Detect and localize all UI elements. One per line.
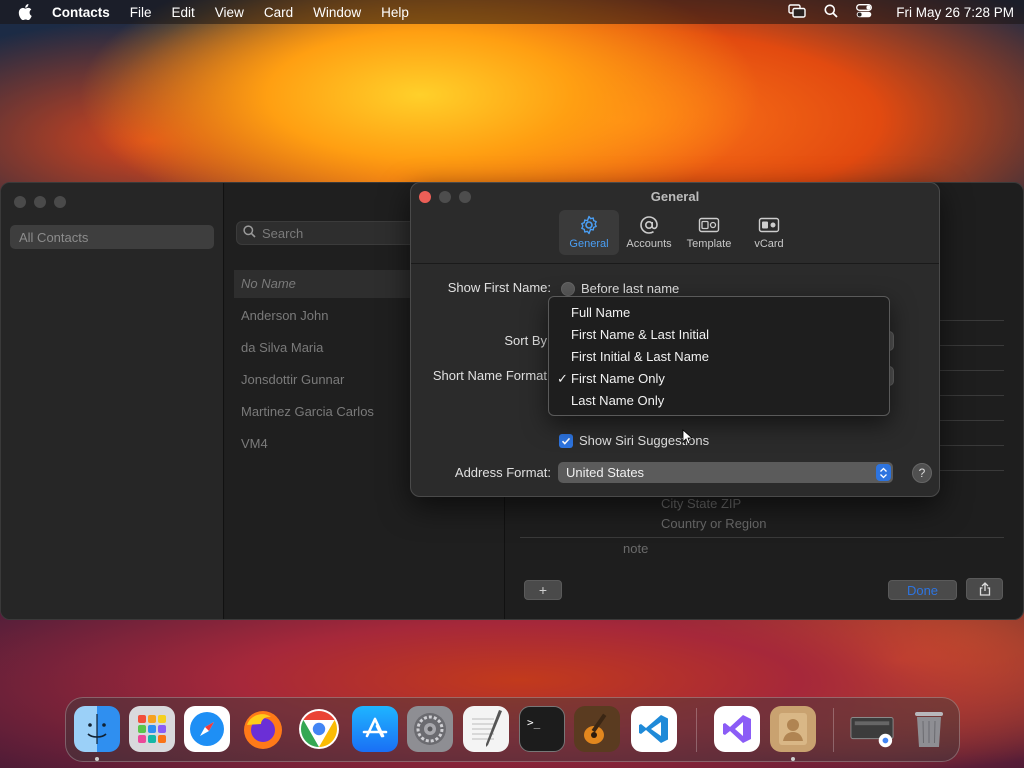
screen-mirroring-icon[interactable]: [788, 3, 806, 21]
minimize-button[interactable]: [34, 196, 46, 208]
chrome-window-icon[interactable]: [849, 706, 895, 752]
svg-text:>_: >_: [527, 716, 541, 729]
dock-divider: [833, 708, 834, 752]
menu-window[interactable]: Window: [313, 5, 361, 20]
contacts-icon[interactable]: [770, 706, 816, 752]
menu-extras: Fri May 26 7:28 PM: [788, 3, 1014, 21]
radio-button[interactable]: [561, 281, 575, 296]
address-country[interactable]: Country or Region: [661, 516, 767, 531]
tab-template-label: Template: [686, 238, 732, 250]
separator: [940, 420, 1004, 421]
vcard-icon: [758, 217, 780, 233]
running-indicator: [95, 757, 99, 761]
firefox-icon[interactable]: [240, 706, 286, 752]
textedit-icon[interactable]: [463, 706, 509, 752]
dock-divider: [696, 708, 697, 752]
checkmark-icon: ✓: [557, 371, 568, 386]
sort-by-label: Sort By: [504, 333, 547, 348]
launchpad-icon[interactable]: [129, 706, 175, 752]
visual-studio-icon[interactable]: [714, 706, 760, 752]
separator: [940, 395, 1004, 396]
tab-template[interactable]: Template: [679, 210, 739, 255]
menu-file[interactable]: File: [130, 5, 152, 20]
tab-general-label: General: [569, 238, 609, 250]
menu-item-label: First Name Only: [571, 371, 665, 386]
terminal-icon[interactable]: >_: [519, 706, 565, 752]
chevron-updown-icon: [876, 464, 891, 481]
template-icon: [698, 217, 720, 233]
address-city-state-zip[interactable]: City State ZIP: [661, 496, 741, 511]
show-first-name-label: Show First Name:: [447, 280, 551, 295]
help-button[interactable]: ?: [912, 463, 932, 483]
menu-item-label: First Name & Last Initial: [571, 327, 709, 342]
address-format-label: Address Format:: [454, 465, 551, 480]
contacts-sidebar: All Contacts: [1, 183, 224, 619]
tab-general[interactable]: General: [559, 210, 619, 255]
app-store-icon[interactable]: [352, 706, 398, 752]
prefs-title: General: [650, 189, 700, 204]
menu-view[interactable]: View: [215, 5, 244, 20]
address-format-value: United States: [566, 465, 645, 480]
chrome-icon[interactable]: [296, 706, 342, 752]
short-name-format-menu: Full Name First Name & Last Initial Firs…: [548, 296, 890, 416]
menu-app-name[interactable]: Contacts: [52, 5, 110, 20]
menu-clock[interactable]: Fri May 26 7:28 PM: [896, 5, 1014, 20]
finder-icon[interactable]: [74, 706, 120, 752]
done-button[interactable]: Done: [888, 580, 957, 600]
menu-item-first-name-only[interactable]: ✓ First Name Only: [549, 368, 889, 390]
note-label[interactable]: note: [623, 541, 648, 556]
menu-bar: Contacts File Edit View Card Window Help…: [0, 0, 1024, 24]
menu-item-full-name[interactable]: Full Name: [549, 302, 889, 324]
garageband-icon[interactable]: [574, 706, 620, 752]
safari-icon[interactable]: [184, 706, 230, 752]
separator: [940, 445, 1004, 446]
tab-vcard-label: vCard: [754, 238, 784, 250]
search-icon: [243, 225, 256, 241]
add-button[interactable]: +: [524, 580, 562, 600]
vscode-icon[interactable]: [631, 706, 677, 752]
menu-item-last-name-only[interactable]: Last Name Only: [549, 390, 889, 412]
apple-icon[interactable]: [18, 4, 34, 20]
share-icon: [979, 582, 990, 596]
menu-card[interactable]: Card: [264, 5, 293, 20]
radio-label: Before last name: [581, 281, 680, 296]
search-icon[interactable]: [824, 4, 838, 21]
menu-item-label: First Initial & Last Name: [571, 349, 709, 364]
menu-help[interactable]: Help: [381, 5, 409, 20]
dock: >_: [65, 697, 960, 762]
share-button[interactable]: [966, 578, 1003, 600]
show-first-name-radio[interactable]: Before last name: [561, 281, 679, 296]
running-indicator: [791, 757, 795, 761]
mouse-cursor-icon: [682, 429, 694, 448]
checkmark-icon: [561, 437, 571, 445]
gear-icon: [581, 215, 597, 235]
checkbox[interactable]: [559, 433, 573, 448]
separator: [940, 320, 1004, 321]
address-format-select[interactable]: United States: [558, 462, 893, 483]
prefs-toolbar: General Accounts Template vCard: [559, 210, 799, 255]
separator: [520, 537, 1004, 538]
window-controls: [14, 196, 66, 208]
menu-edit[interactable]: Edit: [172, 5, 195, 20]
sidebar-item-all-contacts[interactable]: All Contacts: [10, 225, 214, 249]
at-icon: [640, 216, 658, 234]
close-button[interactable]: [14, 196, 26, 208]
control-center-icon[interactable]: [856, 3, 873, 21]
toolbar-divider: [411, 263, 939, 264]
tab-accounts[interactable]: Accounts: [619, 210, 679, 255]
menu-item-label: Last Name Only: [571, 393, 665, 408]
short-name-format-label: Short Name Format: [432, 368, 547, 383]
zoom-button[interactable]: [54, 196, 66, 208]
separator: [940, 470, 1004, 471]
trash-icon[interactable]: [906, 706, 952, 752]
tab-vcard[interactable]: vCard: [739, 210, 799, 255]
menu-item-label: Full Name: [571, 305, 631, 320]
menu-item-first-initial-last-name[interactable]: First Initial & Last Name: [549, 346, 889, 368]
system-settings-icon[interactable]: [407, 706, 453, 752]
tab-accounts-label: Accounts: [626, 238, 672, 250]
menu-item-first-name-last-initial[interactable]: First Name & Last Initial: [549, 324, 889, 346]
